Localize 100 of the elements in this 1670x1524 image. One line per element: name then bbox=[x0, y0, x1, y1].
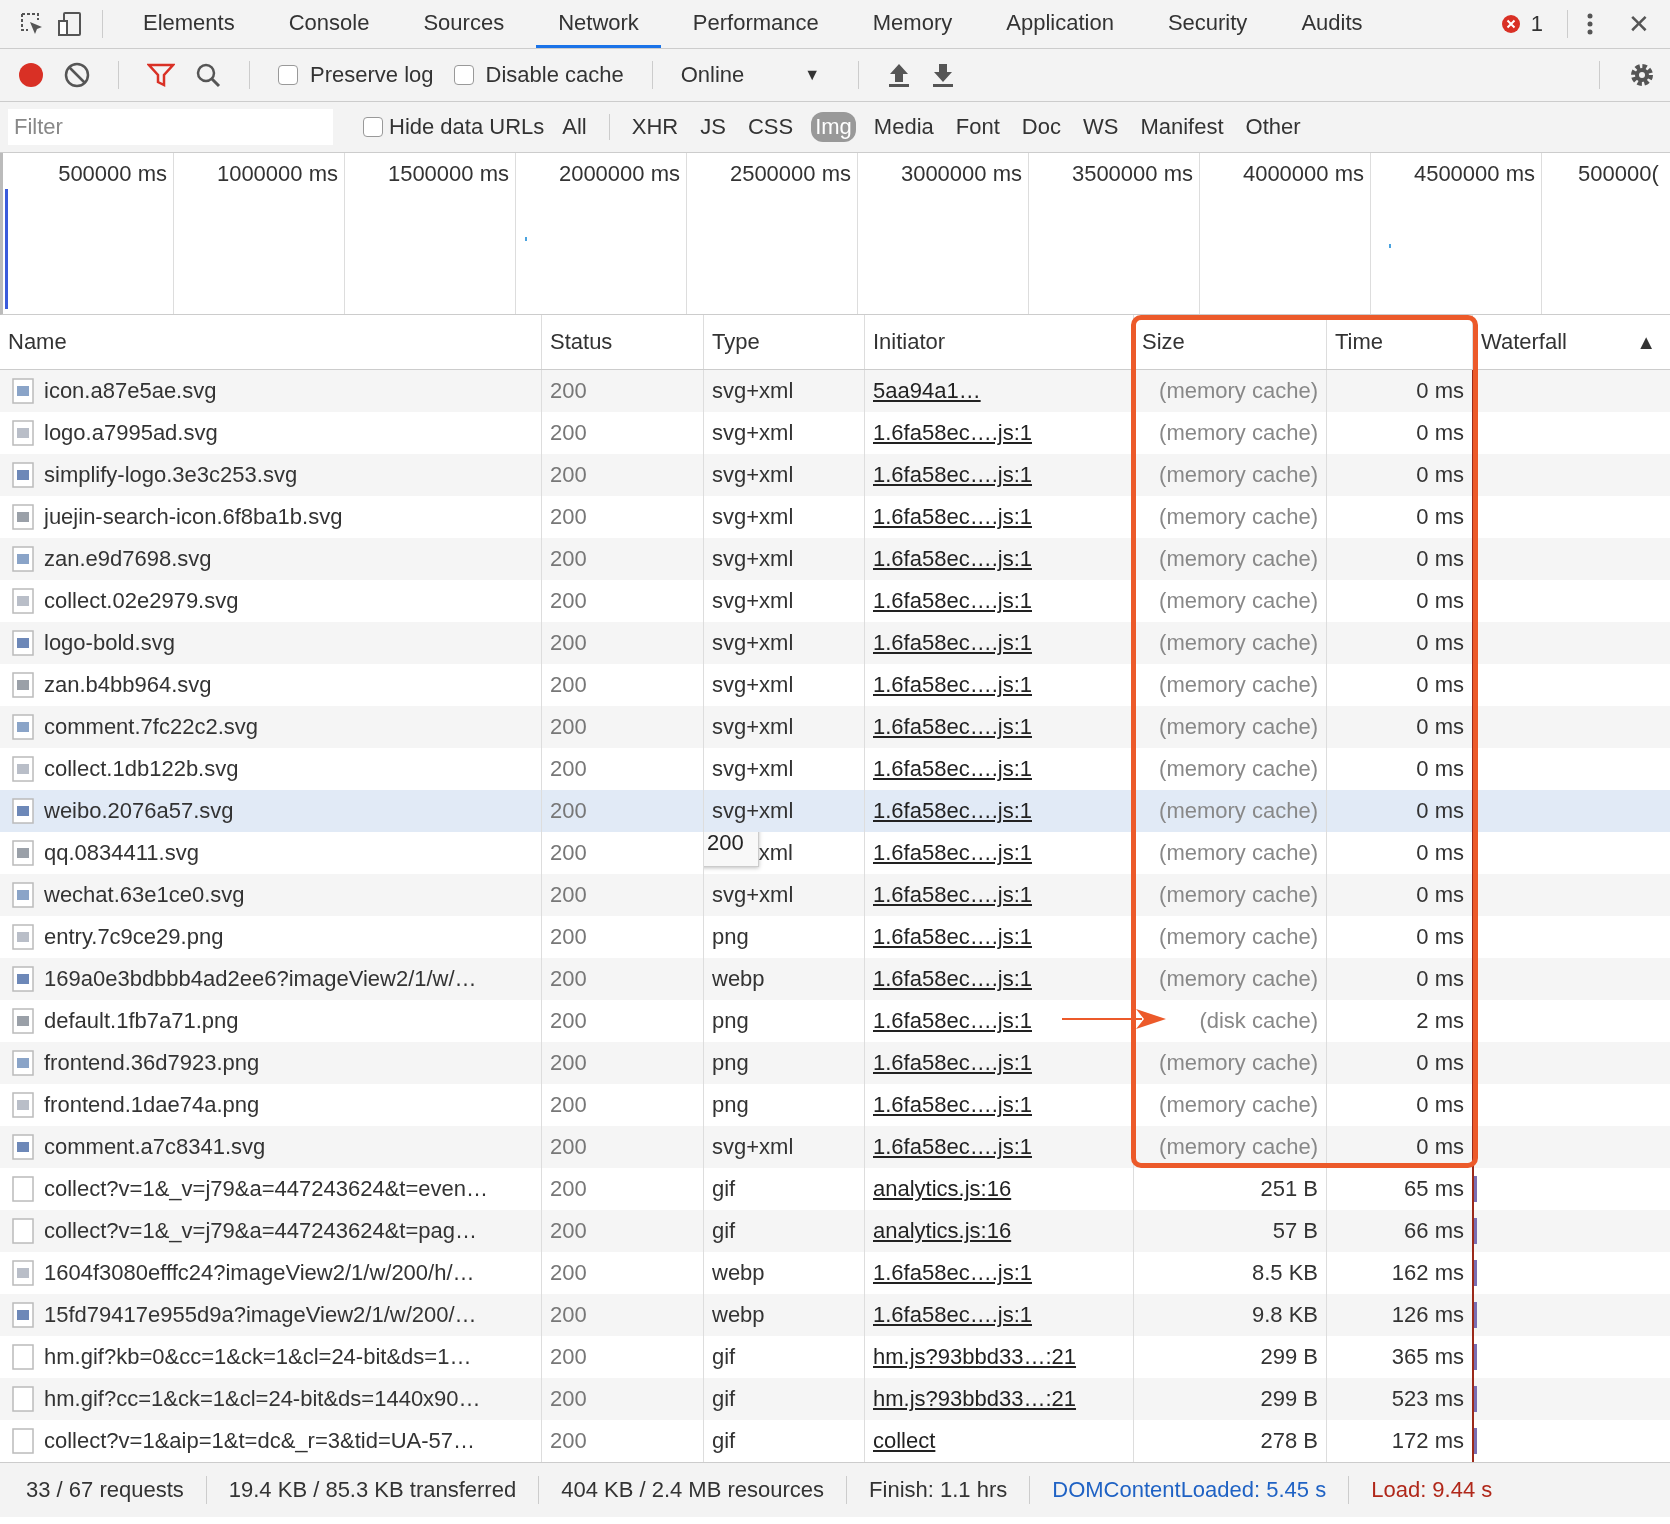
filter-field[interactable]: Filter bbox=[8, 109, 333, 145]
column-header[interactable]: Type bbox=[703, 315, 864, 369]
panel-tab[interactable]: Sources bbox=[401, 0, 527, 48]
download-icon[interactable] bbox=[931, 62, 956, 88]
request-row[interactable]: logo-bold.svg 200 svg+xml 1.6fa58ec….js:1 (memory cache) 0 ms bbox=[0, 622, 1670, 664]
time-value: 0 ms bbox=[1416, 420, 1464, 446]
request-row[interactable]: comment.7fc22c2.svg 200 svg+xml 1.6fa58ec….js:1 (memory cache) 0 ms bbox=[0, 706, 1670, 748]
column-header[interactable]: Initiator bbox=[864, 315, 1133, 369]
initiator-link[interactable]: 1.6fa58ec….js:1 bbox=[873, 882, 1032, 908]
checkbox-label[interactable]: Disable cache bbox=[485, 62, 624, 88]
initiator-link[interactable]: 1.6fa58ec….js:1 bbox=[873, 924, 1032, 950]
status-code: 200 bbox=[550, 420, 587, 446]
initiator-link[interactable]: 1.6fa58ec….js:1 bbox=[873, 714, 1032, 740]
upload-icon[interactable] bbox=[887, 62, 912, 88]
checkbox-label[interactable]: Hide data URLs bbox=[389, 114, 545, 140]
initiator-link[interactable]: 1.6fa58ec….js:1 bbox=[873, 1008, 1032, 1034]
initiator-link[interactable]: 1.6fa58ec….js:1 bbox=[873, 798, 1032, 824]
initiator-link[interactable]: 1.6fa58ec….js:1 bbox=[873, 630, 1032, 656]
throttling-dropdown[interactable]: Online ▼ bbox=[680, 62, 831, 88]
image-thumbnail-icon bbox=[12, 1260, 34, 1286]
request-row[interactable]: wechat.63e1ce0.svg 200 svg+xml 1.6fa58ec….js:1 (memory cache) 0 ms bbox=[0, 874, 1670, 916]
request-row[interactable]: comment.a7c8341.svg 200 svg+xml 1.6fa58ec….js:1 (memory cache) 0 ms bbox=[0, 1126, 1670, 1168]
clear-icon[interactable] bbox=[64, 62, 90, 88]
column-header[interactable]: Name bbox=[0, 315, 541, 369]
panel-tab[interactable]: Audits bbox=[1279, 0, 1385, 48]
initiator-link[interactable]: 1.6fa58ec….js:1 bbox=[873, 1134, 1032, 1160]
timeline-mark bbox=[525, 237, 527, 241]
panel-tab[interactable]: Security bbox=[1145, 0, 1270, 48]
image-thumbnail-icon bbox=[12, 1092, 34, 1118]
initiator-link[interactable]: collect bbox=[873, 1428, 936, 1454]
size-value: (memory cache) bbox=[1159, 798, 1318, 824]
type-filter-button[interactable]: Font bbox=[951, 112, 1004, 142]
column-header[interactable]: Size bbox=[1133, 315, 1326, 369]
type-filter-button[interactable]: CSS bbox=[743, 112, 798, 142]
type-filter-button[interactable]: Media bbox=[869, 112, 938, 142]
panel-tab[interactable]: Application bbox=[984, 0, 1136, 48]
column-header[interactable]: Time bbox=[1326, 315, 1472, 369]
column-header[interactable]: Status bbox=[541, 315, 703, 369]
initiator-link[interactable]: 1.6fa58ec….js:1 bbox=[873, 1302, 1032, 1328]
request-name: hm.gif?kb=0&cc=1&ck=1&cl=24-bit&ds=1… bbox=[44, 1344, 472, 1370]
initiator-link[interactable]: 1.6fa58ec….js:1 bbox=[873, 546, 1032, 572]
more-icon[interactable] bbox=[1586, 12, 1594, 36]
panel-tab[interactable]: Elements bbox=[121, 0, 257, 48]
request-row[interactable]: icon.a87e5ae.svg 200 svg+xml 5aa94a1… (memory cache) 0 ms bbox=[0, 370, 1670, 412]
request-row[interactable]: hm.gif?cc=1&ck=1&cl=24-bit&ds=1440x90… 200 gif hm.js?93bbd33…:21 299 B 523 ms bbox=[0, 1378, 1670, 1420]
status-code: 200 bbox=[550, 588, 587, 614]
time-value: 0 ms bbox=[1416, 672, 1464, 698]
record-button[interactable] bbox=[18, 62, 44, 88]
initiator-link[interactable]: 1.6fa58ec….js:1 bbox=[873, 756, 1032, 782]
status-code: 200 bbox=[550, 504, 587, 530]
type-filter-button[interactable]: XHR bbox=[627, 112, 683, 142]
checkbox[interactable] bbox=[363, 117, 383, 137]
panel-tab[interactable]: Memory bbox=[850, 0, 975, 48]
initiator-link[interactable]: hm.js?93bbd33…:21 bbox=[873, 1344, 1077, 1370]
waterfall-bar bbox=[1474, 1386, 1477, 1412]
settings-icon[interactable] bbox=[1628, 61, 1656, 89]
timeline-tick-label: 500000 ms bbox=[58, 161, 167, 186]
initiator-link[interactable]: 1.6fa58ec….js:1 bbox=[873, 672, 1032, 698]
image-thumbnail-icon bbox=[12, 714, 34, 740]
request-row[interactable]: simplify-logo.3e3c253.svg 200 svg+xml 1.6fa58ec….js:1 (memory cache) 0 ms bbox=[0, 454, 1670, 496]
request-row[interactable]: zan.e9d7698.svg 200 svg+xml 1.6fa58ec….js:1 (memory cache) 0 ms bbox=[0, 538, 1670, 580]
request-row[interactable]: 15fd79417e955d9a?imageView2/1/w/200/… 200 webp 1.6fa58ec….js:1 9.8 KB 126 ms bbox=[0, 1294, 1670, 1336]
device-icon[interactable] bbox=[56, 10, 84, 38]
panel-tab[interactable]: Performance bbox=[670, 0, 841, 48]
initiator-link[interactable]: 1.6fa58ec….js:1 bbox=[873, 420, 1032, 446]
initiator-link[interactable]: hm.js?93bbd33…:21 bbox=[873, 1386, 1077, 1412]
request-row[interactable]: 169a0e3bdbbb4ad2ee6?imageView2/1/w/… 200 webp 1.6fa58ec….js:1 (memory cache) 0 ms bbox=[0, 958, 1670, 1000]
type-filter-button[interactable]: Other bbox=[1241, 112, 1305, 142]
checkbox-label[interactable]: Preserve log bbox=[310, 62, 434, 88]
type-filter-button[interactable]: JS bbox=[696, 112, 730, 142]
filter-icon[interactable] bbox=[147, 62, 175, 88]
checkbox[interactable] bbox=[453, 65, 474, 85]
initiator-link[interactable]: analytics.js:16 bbox=[873, 1176, 1012, 1202]
initiator-link[interactable]: 5aa94a1… bbox=[873, 378, 981, 404]
timeline-tick-label: 2500000 ms bbox=[729, 161, 851, 186]
request-name: hm.gif?cc=1&ck=1&cl=24-bit&ds=1440x90… bbox=[44, 1386, 481, 1412]
column-header[interactable]: Waterfall ▲ bbox=[1472, 315, 1670, 369]
type-filter-button[interactable]: Manifest bbox=[1136, 112, 1228, 142]
timeline-tick-label: 4000000 ms bbox=[1242, 161, 1364, 186]
initiator-link[interactable]: analytics.js:16 bbox=[873, 1218, 1012, 1244]
size-value: 57 B bbox=[1272, 1218, 1318, 1244]
checkbox[interactable] bbox=[278, 65, 298, 85]
panel-tab[interactable]: Console bbox=[266, 0, 392, 48]
image-thumbnail-icon bbox=[12, 588, 34, 614]
initiator-link[interactable]: 1.6fa58ec….js:1 bbox=[873, 1260, 1032, 1286]
close-button[interactable]: ✕ bbox=[1622, 8, 1656, 40]
request-row[interactable]: weibo.2076a57.svg 200 svg+xml 1.6fa58ec….js:1 (memory cache) 0 ms bbox=[0, 790, 1670, 832]
initiator-link[interactable]: 1.6fa58ec….js:1 bbox=[873, 462, 1032, 488]
type-filter-button[interactable]: All bbox=[558, 112, 591, 142]
initiator-link[interactable]: 1.6fa58ec….js:1 bbox=[873, 588, 1032, 614]
initiator-link[interactable]: 1.6fa58ec….js:1 bbox=[873, 1092, 1032, 1118]
initiator-link[interactable]: 1.6fa58ec….js:1 bbox=[873, 504, 1032, 530]
search-icon[interactable] bbox=[195, 62, 221, 88]
initiator-link[interactable]: 1.6fa58ec….js:1 bbox=[873, 1050, 1032, 1076]
type-filter-button[interactable]: Doc bbox=[1017, 112, 1065, 142]
initiator-link[interactable]: 1.6fa58ec….js:1 bbox=[873, 840, 1032, 866]
type-filter-button[interactable]: WS bbox=[1078, 112, 1123, 142]
request-row[interactable]: collect?v=1&_v=j79&a=447243624&t=pag… 200 gif analytics.js:16 57 B 66 ms bbox=[0, 1210, 1670, 1252]
request-row[interactable]: frontend.36d7923.png 200 png 1.6fa58ec….js:1 (memory cache) 0 ms bbox=[0, 1042, 1670, 1084]
initiator-link[interactable]: 1.6fa58ec….js:1 bbox=[873, 966, 1032, 992]
